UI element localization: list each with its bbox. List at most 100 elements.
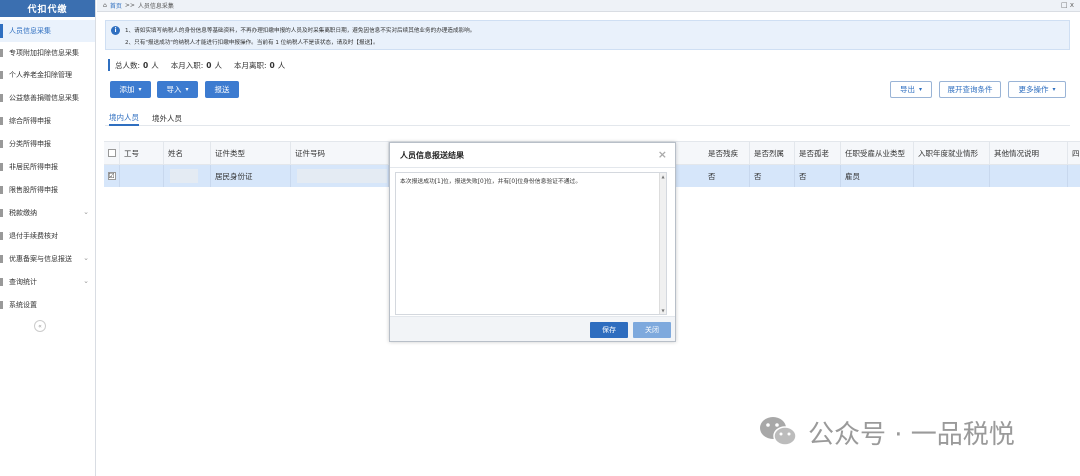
sidebar-item-special-deduction[interactable]: 专项附加扣除信息采集 [0, 42, 95, 64]
cell-year-status [914, 165, 990, 187]
dialog-scrollbar[interactable]: ▲ ▼ [659, 173, 666, 314]
dialog-title: 人员信息报送结果 [400, 150, 464, 160]
cell-job-no [120, 165, 164, 187]
watermark: 公众号 · 一品税悦 [758, 412, 1015, 452]
personnel-stats: 总人数: 0 人 本月入职: 0 人 本月离职: 0 人 [108, 59, 285, 71]
item-marker [0, 49, 3, 57]
item-marker [0, 163, 3, 171]
sidebar-item-label: 综合所得申报 [9, 117, 51, 125]
sidebar-item-comprehensive-income[interactable]: 综合所得申报 [0, 110, 95, 132]
dialog-footer: 保存 关闭 [390, 316, 675, 341]
col-id-type[interactable]: 证件类型 [211, 142, 291, 164]
item-marker [0, 255, 3, 263]
sidebar-item-label: 分类所得申报 [9, 140, 51, 148]
sidebar-item-personnel-info[interactable]: 人员信息采集 [0, 20, 95, 42]
tab-overseas[interactable]: 境外人员 [152, 110, 182, 126]
sidebar-item-label: 人员信息采集 [9, 27, 51, 35]
scroll-up-icon[interactable]: ▲ [660, 174, 666, 179]
add-button-label: 添加 [119, 85, 135, 94]
item-marker [0, 71, 3, 79]
tab-domestic[interactable]: 境内人员 [109, 110, 139, 126]
dialog-message-area[interactable]: 本次报送成功[1]位，报送失败[0]位，并有[0]位身份信息验证不通过。 ▲ ▼ [395, 172, 667, 315]
save-button[interactable]: 保存 [590, 322, 628, 338]
col-disabled[interactable]: 是否残疾 [704, 142, 750, 164]
col-lonely-elder[interactable]: 是否孤老 [795, 142, 841, 164]
sidebar-item-donation[interactable]: 公益慈善捐赠信息采集 [0, 87, 95, 109]
cell-id-type: 居民身份证 [211, 165, 291, 187]
left-label: 本月离职: [234, 60, 267, 70]
chevron-down-icon: ⌄ [83, 254, 89, 262]
sidebar-item-settings[interactable]: 系统设置 [0, 294, 95, 316]
export-button-label: 导出 [899, 85, 915, 94]
submit-button[interactable]: 报送 [205, 81, 239, 98]
redacted-id-number [297, 169, 387, 183]
row-select-cell: ☑ [104, 165, 120, 187]
row-checkbox[interactable]: ☑ [107, 172, 116, 180]
item-marker [0, 94, 3, 102]
item-marker [0, 232, 3, 240]
window-controls[interactable]: □ x [1061, 1, 1074, 9]
notice-banner: i 1、请如实填写纳税人的身份信息等基础资料，不再办理扣缴申报的人员及时采集离职… [105, 20, 1070, 50]
expand-query-button[interactable]: 展开查询条件 [939, 81, 1001, 98]
col-year-status[interactable]: 入职年度就业情形 [914, 142, 990, 164]
cell-disabled: 否 [704, 165, 750, 187]
select-all-checkbox[interactable] [107, 149, 116, 157]
left-value: 0 [269, 60, 275, 70]
sidebar-item-preferential-filing[interactable]: 优惠备案与信息报送 ⌄ [0, 248, 95, 270]
col-employ-type[interactable]: 任职受雇从业类型 [841, 142, 914, 164]
sidebar-item-classified-income[interactable]: 分类所得申报 [0, 133, 95, 155]
chevron-down-icon: ⌄ [83, 208, 89, 216]
export-button[interactable]: 导出 ▾ [890, 81, 932, 98]
breadcrumb: ⌂ 首页 >> 人员信息采集 □ x [97, 0, 1080, 12]
sidebar-item-label: 退付手续费核对 [9, 232, 58, 240]
more-actions-button[interactable]: 更多操作 ▾ [1008, 81, 1066, 98]
cell-martyr: 否 [750, 165, 795, 187]
sidebar: 代扣代缴 人员信息采集 专项附加扣除信息采集 个人养老金扣除管理 公益慈善捐赠信… [0, 0, 96, 476]
hired-value: 0 [206, 60, 212, 70]
col-job-no[interactable]: 工号 [120, 142, 164, 164]
sidebar-item-label: 公益慈善捐赠信息采集 [9, 94, 79, 102]
col-name[interactable]: 姓名 [164, 142, 211, 164]
total-label: 总人数: [115, 60, 141, 70]
submit-result-dialog: 人员信息报送结果 × 本次报送成功[1]位，报送失败[0]位，并有[0]位身份信… [389, 142, 676, 342]
sidebar-item-nonresident-income[interactable]: 非居民所得申报 [0, 156, 95, 178]
scroll-down-icon[interactable]: ▼ [660, 308, 666, 313]
total-value: 0 [143, 60, 149, 70]
import-button[interactable]: 导入 ▾ [157, 81, 198, 98]
close-icon[interactable]: × [658, 148, 667, 161]
sidebar-item-label: 系统设置 [9, 301, 37, 309]
notice-line-1: 1、请如实填写纳税人的身份信息等基础资料，不再办理扣缴申报的人员及时采集离职日期… [125, 28, 476, 34]
sidebar-item-refund-fee[interactable]: 退付手续费核对 [0, 225, 95, 247]
col-martyr[interactable]: 是否烈属 [750, 142, 795, 164]
sidebar-item-restricted-stock[interactable]: 限售股所得申报 [0, 179, 95, 201]
add-button[interactable]: 添加 ▾ [110, 81, 151, 98]
collapse-sidebar-icon[interactable]: « [34, 320, 46, 332]
sidebar-item-label: 限售股所得申报 [9, 186, 58, 194]
home-icon[interactable]: ⌂ [103, 2, 107, 9]
watermark-text: 公众号 · 一品税悦 [808, 419, 1015, 450]
sidebar-item-query-stats[interactable]: 查询统计 ⌄ [0, 271, 95, 293]
breadcrumb-home[interactable]: 首页 [110, 1, 122, 10]
chevron-down-icon: ▾ [918, 86, 922, 93]
notice-line-2: 2、只有"报送成功"的纳税人才能进行扣缴申报操作。当前有 1 位纳税人不是该状态… [125, 40, 379, 46]
personnel-tabs: 境内人员 境外人员 [105, 110, 1070, 126]
close-button[interactable]: 关闭 [633, 322, 671, 338]
submit-button-label: 报送 [214, 85, 230, 94]
wechat-icon [758, 414, 798, 450]
sidebar-item-tax-payment[interactable]: 税款缴纳 ⌄ [0, 202, 95, 224]
cell-other-notes [990, 165, 1068, 187]
chevron-down-icon: ▾ [1052, 86, 1056, 93]
cell-employ-type: 雇员 [841, 165, 914, 187]
breadcrumb-separator: >> [124, 2, 135, 9]
item-marker [0, 301, 3, 309]
sidebar-item-label: 查询统计 [9, 278, 37, 286]
sidebar-item-pension[interactable]: 个人养老金扣除管理 [0, 64, 95, 86]
item-marker [0, 117, 3, 125]
col-id-no[interactable]: 证件号码 [291, 142, 389, 164]
col-other-notes[interactable]: 其他情况说明 [990, 142, 1068, 164]
sidebar-item-label: 个人养老金扣除管理 [9, 71, 72, 79]
breadcrumb-current: 人员信息采集 [137, 3, 174, 10]
col-overflow[interactable]: 四 [1068, 142, 1080, 164]
cell-lonely-elder: 否 [795, 165, 841, 187]
sidebar-item-label: 专项附加扣除信息采集 [9, 49, 79, 57]
